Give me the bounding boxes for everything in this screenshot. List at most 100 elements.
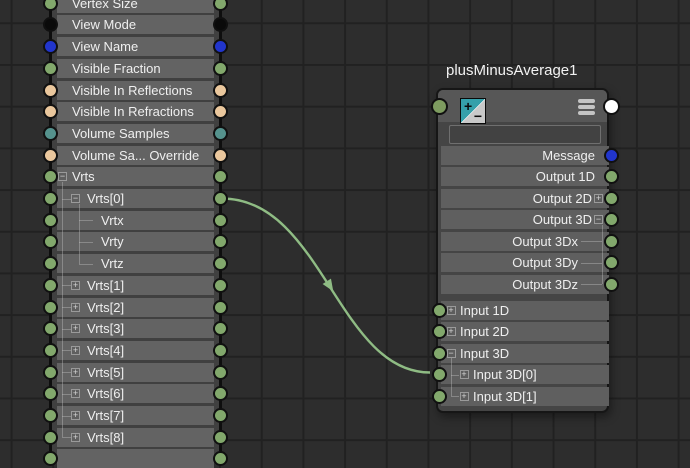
port-green[interactable]	[43, 61, 58, 76]
port-green[interactable]	[43, 213, 58, 228]
port-black[interactable]	[213, 17, 228, 32]
attribute-row[interactable]: Output 1D	[441, 167, 609, 186]
port-green[interactable]	[213, 365, 228, 380]
expand-icon[interactable]: +	[71, 433, 80, 442]
connection-wire[interactable]	[222, 199, 430, 373]
port-green[interactable]	[43, 256, 58, 271]
port-green[interactable]	[604, 191, 619, 206]
port-green[interactable]	[213, 343, 228, 358]
expand-icon[interactable]: +	[71, 324, 80, 333]
port-green[interactable]	[432, 367, 447, 382]
port-peach[interactable]	[43, 148, 58, 163]
port-green[interactable]	[432, 346, 447, 361]
attribute-row[interactable]: Vrts	[57, 167, 214, 186]
attribute-row[interactable]: Input 3D	[441, 344, 609, 363]
port-green[interactable]	[213, 234, 228, 249]
port-green[interactable]	[432, 324, 447, 339]
port-green[interactable]	[604, 277, 619, 292]
attribute-row[interactable]: Vrts[7]	[57, 406, 214, 425]
port-olive[interactable]	[431, 98, 448, 115]
attribute-row[interactable]: Input 2D	[441, 322, 609, 341]
port-green[interactable]	[213, 213, 228, 228]
collapse-icon[interactable]: −	[447, 349, 456, 358]
port-green[interactable]	[213, 169, 228, 184]
collapse-icon[interactable]: −	[71, 194, 80, 203]
port-green[interactable]	[43, 278, 58, 293]
port-green[interactable]	[213, 386, 228, 401]
attribute-row[interactable]: View Name	[57, 37, 214, 56]
port-blue[interactable]	[604, 148, 619, 163]
port-green[interactable]	[43, 343, 58, 358]
attribute-row[interactable]: Vrts[1]	[57, 276, 214, 295]
port-teal[interactable]	[213, 126, 228, 141]
attribute-row[interactable]: Volume Sa... Override	[57, 146, 214, 165]
port-green[interactable]	[604, 169, 619, 184]
menu-icon[interactable]	[578, 99, 595, 117]
port-green[interactable]	[43, 300, 58, 315]
attribute-row[interactable]: Vrts[8]	[57, 428, 214, 447]
expand-icon[interactable]: +	[447, 306, 456, 315]
attribute-row[interactable]: Vrts[2]	[57, 298, 214, 317]
port-green[interactable]	[213, 256, 228, 271]
port-green[interactable]	[604, 255, 619, 270]
expand-icon[interactable]: +	[71, 346, 80, 355]
attribute-row[interactable]: Input 1D	[441, 301, 609, 320]
port-peach[interactable]	[213, 104, 228, 119]
port-green[interactable]	[43, 365, 58, 380]
plus-minus-average-node[interactable]: + − MessageOutput 1DOutput 2D+Output 3D−…	[436, 88, 609, 413]
collapse-icon[interactable]: −	[594, 215, 603, 224]
expand-icon[interactable]: +	[594, 194, 603, 203]
port-green[interactable]	[43, 191, 58, 206]
port-blue[interactable]	[213, 39, 228, 54]
node-rename-field[interactable]	[449, 125, 601, 144]
expand-icon[interactable]: +	[71, 411, 80, 420]
expand-icon[interactable]: +	[447, 327, 456, 336]
node-editor-canvas[interactable]: Vertex Size View Mode View Name Visible Fra…	[0, 0, 690, 455]
attribute-row[interactable]: Volume Samples	[57, 124, 214, 143]
port-green[interactable]	[432, 389, 447, 404]
port-peach[interactable]	[213, 83, 228, 98]
port-white[interactable]	[603, 98, 620, 115]
expand-icon[interactable]: +	[71, 389, 80, 398]
collapse-icon[interactable]: −	[58, 172, 67, 181]
expand-icon[interactable]: +	[71, 303, 80, 312]
expand-icon[interactable]: +	[71, 368, 80, 377]
port-green[interactable]	[213, 61, 228, 76]
attribute-row[interactable]: Vrts[6]	[57, 384, 214, 403]
port-green[interactable]	[213, 321, 228, 336]
port-green[interactable]	[43, 408, 58, 423]
port-green[interactable]	[213, 408, 228, 423]
port-green[interactable]	[213, 451, 228, 466]
attribute-row[interactable]: Visible In Reflections	[57, 81, 214, 100]
expand-icon[interactable]: +	[460, 370, 469, 379]
port-green[interactable]	[213, 0, 228, 11]
port-green[interactable]	[43, 451, 58, 466]
mesh-node[interactable]: Vertex Size View Mode View Name Visible Fra…	[49, 0, 222, 455]
attribute-row[interactable]: Message	[441, 146, 609, 165]
attribute-row[interactable]: Vrts[4]	[57, 341, 214, 360]
port-green[interactable]	[604, 212, 619, 227]
expand-icon[interactable]: +	[460, 392, 469, 401]
port-blue[interactable]	[43, 39, 58, 54]
attribute-row[interactable]: Vrts[5]	[57, 363, 214, 382]
port-green[interactable]	[213, 300, 228, 315]
attribute-row[interactable]: Vrts[0]	[57, 189, 214, 208]
expand-icon[interactable]: +	[71, 281, 80, 290]
port-green[interactable]	[604, 234, 619, 249]
port-teal[interactable]	[43, 126, 58, 141]
port-green[interactable]	[43, 430, 58, 445]
port-peach[interactable]	[43, 83, 58, 98]
attribute-row[interactable]: Vertex Size	[57, 0, 214, 13]
attribute-row[interactable]	[57, 449, 214, 468]
port-peach[interactable]	[213, 148, 228, 163]
port-green[interactable]	[213, 278, 228, 293]
attribute-row[interactable]: Output 2D	[441, 189, 609, 208]
attribute-row[interactable]: Visible In Refractions	[57, 102, 214, 121]
attribute-row[interactable]: View Mode	[57, 15, 214, 34]
port-green[interactable]	[213, 430, 228, 445]
attribute-row[interactable]: Vrts[3]	[57, 319, 214, 338]
port-green[interactable]	[432, 303, 447, 318]
port-green[interactable]	[213, 191, 228, 206]
attribute-row[interactable]: Output 3D	[441, 210, 609, 229]
attribute-row[interactable]: Visible Fraction	[57, 59, 214, 78]
